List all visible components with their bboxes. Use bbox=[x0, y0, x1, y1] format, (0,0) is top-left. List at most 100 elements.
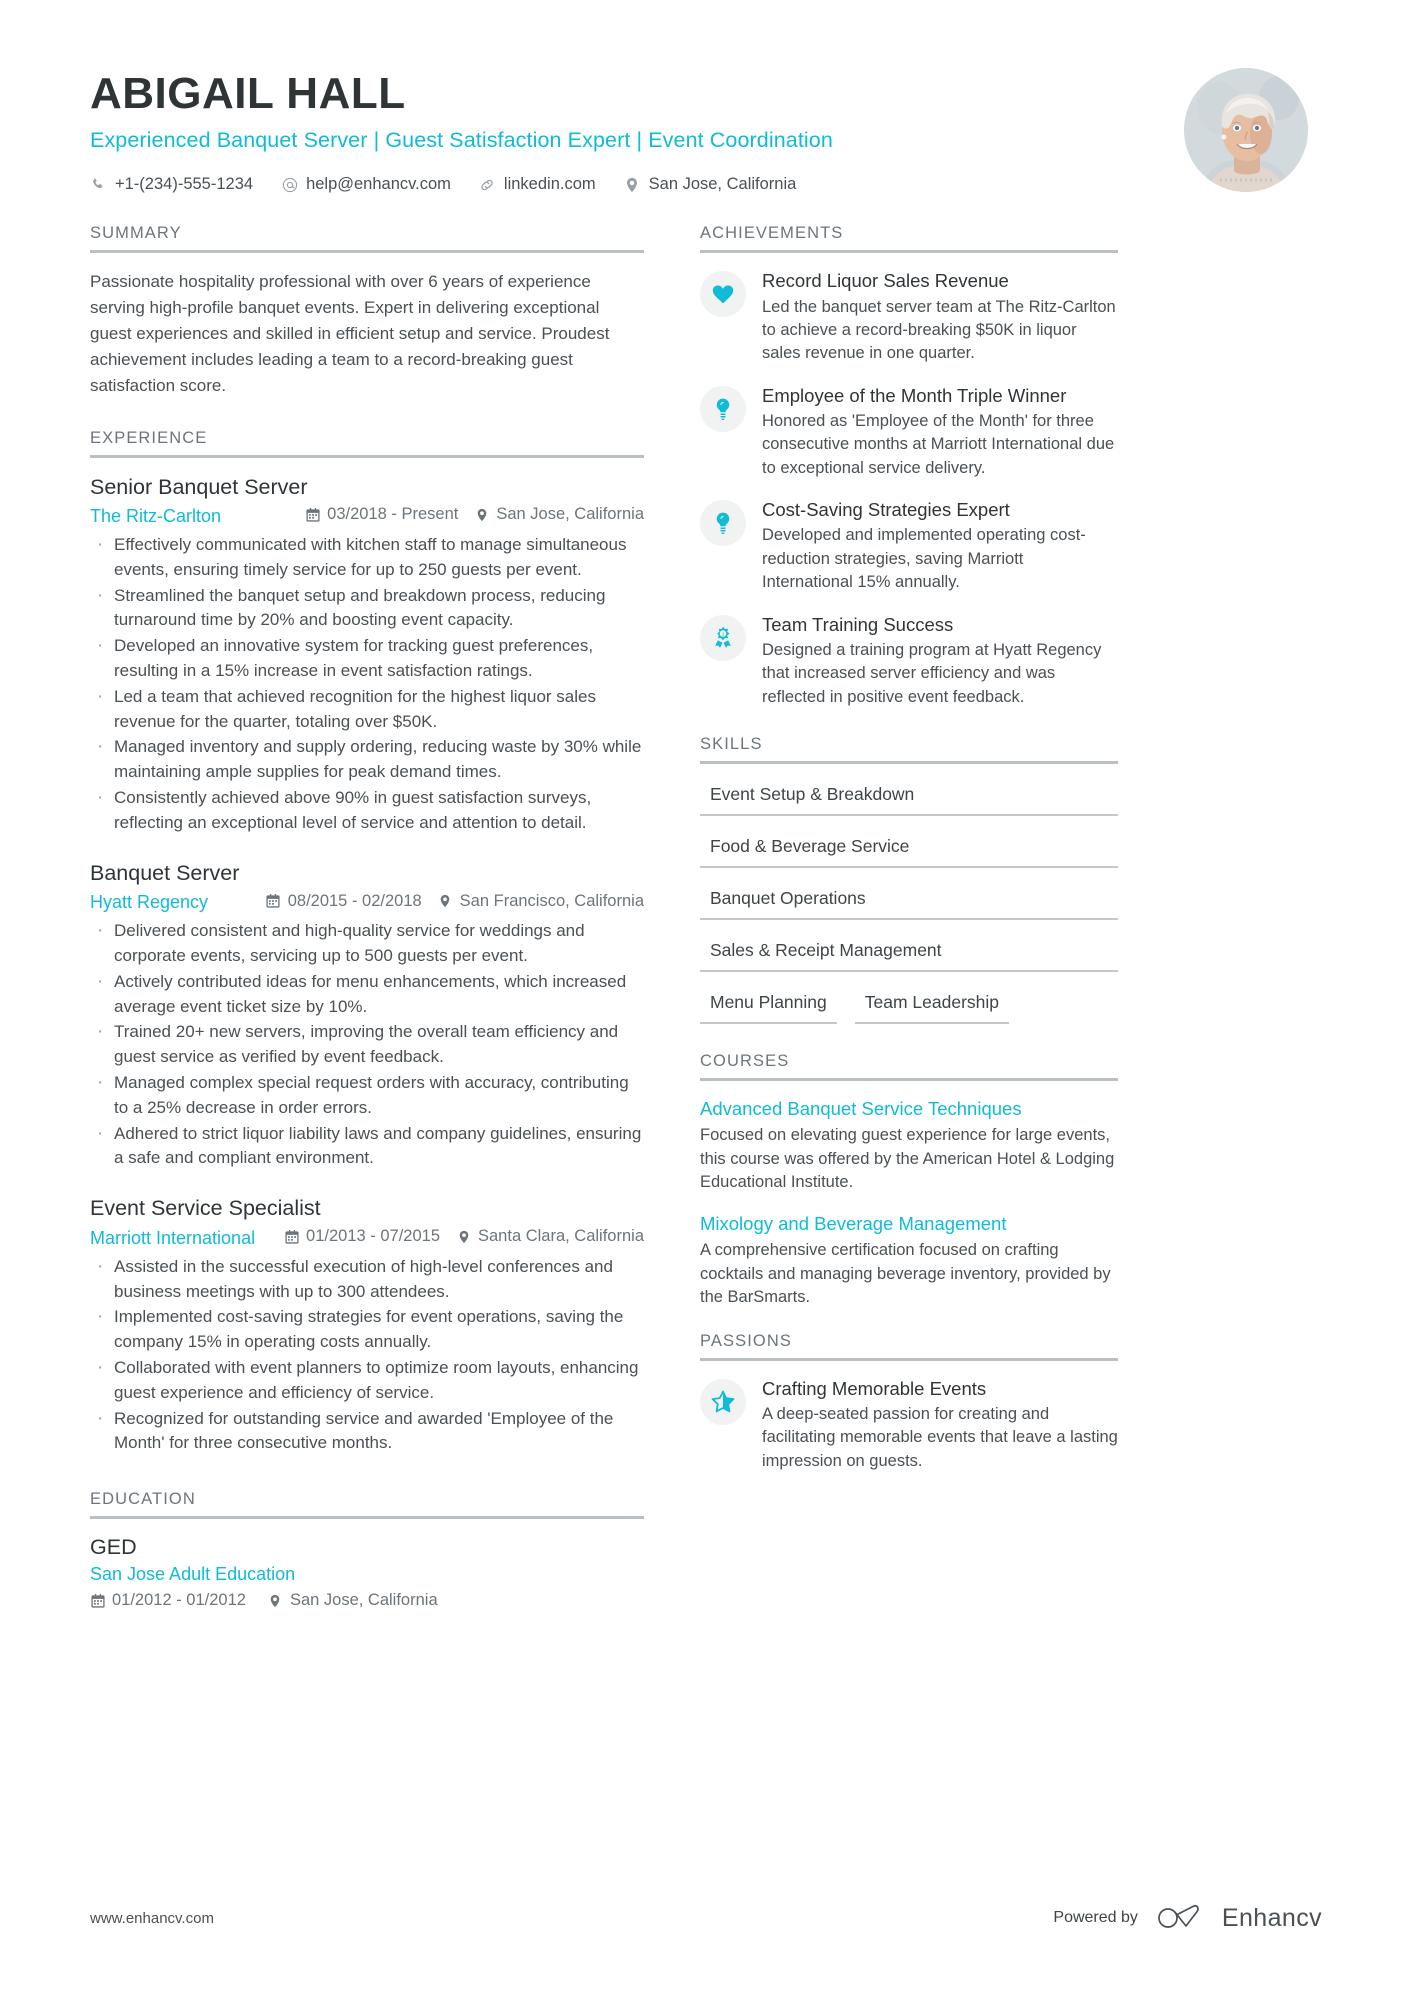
achievement-desc: Led the banquet server team at The Ritz-… bbox=[762, 297, 1116, 363]
header-text-block: ABIGAIL HALL Experienced Banquet Server … bbox=[90, 58, 1184, 194]
job-company[interactable]: The Ritz-Carlton bbox=[90, 506, 221, 527]
section-divider bbox=[700, 760, 1118, 764]
passion-body: Crafting Memorable Events A deep-seated … bbox=[762, 1377, 1118, 1473]
course-item: Mixology and Beverage Management A compr… bbox=[700, 1212, 1118, 1309]
section-title-summary: SUMMARY bbox=[90, 224, 182, 243]
section-title-experience: EXPERIENCE bbox=[90, 428, 208, 447]
job-location-text: San Jose, California bbox=[496, 505, 644, 524]
achievement-desc: Developed and implemented operating cost… bbox=[762, 526, 1086, 592]
skill-chip[interactable]: Food & Beverage Service bbox=[700, 832, 1118, 868]
passion-desc: A deep-seated passion for creating and f… bbox=[762, 1404, 1118, 1470]
location-icon bbox=[438, 894, 453, 909]
course-item: Advanced Banquet Service Techniques Focu… bbox=[700, 1097, 1118, 1194]
phone-icon bbox=[90, 176, 107, 193]
page-footer: www.enhancv.com Powered by Enhancv bbox=[90, 1903, 1322, 1933]
contact-phone-text: +1-(234)-555-1234 bbox=[115, 175, 254, 194]
job-bullets: Assisted in the successful execution of … bbox=[90, 1253, 644, 1457]
job-bullet: Assisted in the successful execution of … bbox=[90, 1253, 644, 1305]
section-achievements: ACHIEVEMENTS Record Liquor Sales Revenue… bbox=[700, 224, 1118, 709]
job-title: Senior Banquet Server bbox=[90, 474, 308, 499]
enhancv-logo: Enhancv bbox=[1156, 1903, 1322, 1933]
avatar bbox=[1184, 68, 1308, 192]
job-meta: The Ritz-Carlton 03/2018 - Present San J… bbox=[90, 505, 644, 527]
contact-email[interactable]: help@enhancv.com bbox=[281, 175, 451, 194]
education-school[interactable]: San Jose Adult Education bbox=[90, 1564, 644, 1585]
job-location: San Jose, California bbox=[474, 505, 644, 524]
calendar-icon bbox=[266, 894, 281, 909]
skill-chip[interactable]: Team Leadership bbox=[854, 988, 1009, 1024]
contact-linkedin-text: linkedin.com bbox=[503, 175, 596, 194]
contact-email-text: help@enhancv.com bbox=[306, 175, 451, 194]
left-column: SUMMARY Passionate hospitality professio… bbox=[90, 224, 678, 1614]
job-bullet: Led a team that achieved recognition for… bbox=[90, 683, 644, 735]
achievement-desc: Honored as 'Employee of the Month' for t… bbox=[762, 411, 1115, 477]
enhancv-wordmark: Enhancv bbox=[1221, 1903, 1322, 1932]
section-title-achievements: ACHIEVEMENTS bbox=[700, 224, 844, 243]
email-icon bbox=[281, 176, 298, 193]
achievement-item: Employee of the Month Triple Winner Hono… bbox=[700, 384, 1118, 480]
job-bullet: Managed complex special request orders w… bbox=[90, 1069, 644, 1121]
job-meta: Hyatt Regency 08/2015 - 02/2018 San Fran… bbox=[90, 892, 644, 914]
job-bullet: Implemented cost-saving strategies for e… bbox=[90, 1303, 644, 1355]
job-bullets: Effectively communicated with kitchen st… bbox=[90, 531, 644, 836]
job-company[interactable]: Hyatt Regency bbox=[90, 892, 208, 913]
section-divider bbox=[90, 454, 644, 458]
job-meta: Marriott International 01/2013 - 07/2015 bbox=[90, 1227, 644, 1249]
skills-list: Event Setup & Breakdown Food & Beverage … bbox=[700, 780, 1118, 1040]
professional-headline: Experienced Banquet Server | Guest Satis… bbox=[90, 127, 833, 152]
job-location: Santa Clara, California bbox=[456, 1227, 644, 1246]
job-dates: 03/2018 - Present bbox=[305, 505, 458, 524]
contact-row: +1-(234)-555-1234 help@enhancv.com linke… bbox=[90, 175, 1184, 194]
job-dates-text: 01/2013 - 07/2015 bbox=[306, 1227, 440, 1246]
resume-body: SUMMARY Passionate hospitality professio… bbox=[90, 224, 1322, 1614]
skill-chip[interactable]: Event Setup & Breakdown bbox=[700, 780, 1118, 816]
skill-chip[interactable]: Sales & Receipt Management bbox=[700, 936, 1118, 972]
section-title-passions: PASSIONS bbox=[700, 1331, 792, 1350]
achievement-body: Cost-Saving Strategies Expert Developed … bbox=[762, 498, 1118, 594]
job-title: Event Service Specialist bbox=[90, 1196, 321, 1221]
skill-chip[interactable]: Banquet Operations bbox=[700, 884, 1118, 920]
course-title[interactable]: Mixology and Beverage Management bbox=[700, 1212, 1118, 1235]
lightbulb-icon bbox=[700, 385, 746, 432]
course-title[interactable]: Advanced Banquet Service Techniques bbox=[700, 1097, 1118, 1120]
job-dates: 08/2015 - 02/2018 bbox=[266, 892, 422, 911]
achievement-desc: Designed a training program at Hyatt Reg… bbox=[762, 640, 1102, 706]
job-bullet: Adhered to strict liquor liability laws … bbox=[90, 1120, 644, 1172]
job-bullet: Actively contributed ideas for menu enha… bbox=[90, 968, 644, 1020]
footer-website[interactable]: www.enhancv.com bbox=[90, 1910, 214, 1927]
job-bullet: Streamlined the banquet setup and breakd… bbox=[90, 582, 644, 634]
section-skills: SKILLS Event Setup & Breakdown Food & Be… bbox=[700, 735, 1118, 1040]
location-icon bbox=[624, 176, 641, 193]
achievement-body: Employee of the Month Triple Winner Hono… bbox=[762, 384, 1118, 480]
link-icon bbox=[479, 176, 496, 193]
calendar-icon bbox=[305, 507, 320, 522]
section-experience: EXPERIENCE Senior Banquet Server The Rit… bbox=[90, 429, 644, 1457]
job-title: Banquet Server bbox=[90, 860, 240, 885]
experience-entry: Banquet Server Hyatt Regency 08/2015 - 0… bbox=[90, 860, 644, 1172]
location-icon bbox=[456, 1229, 471, 1244]
calendar-icon bbox=[284, 1229, 299, 1244]
job-dates-text: 08/2015 - 02/2018 bbox=[287, 891, 422, 910]
achievement-title: Team Training Success bbox=[762, 613, 954, 635]
award-ribbon-icon: 1 bbox=[700, 614, 746, 661]
achievement-title: Record Liquor Sales Revenue bbox=[762, 270, 1009, 292]
job-company[interactable]: Marriott International bbox=[90, 1228, 255, 1249]
enhancv-mark-icon bbox=[1158, 1905, 1199, 1928]
job-location-text: San Francisco, California bbox=[459, 891, 644, 910]
job-location: San Francisco, California bbox=[438, 892, 644, 911]
contact-linkedin[interactable]: linkedin.com bbox=[479, 175, 596, 194]
job-dates-text: 03/2018 - Present bbox=[327, 505, 459, 524]
section-divider bbox=[90, 1516, 644, 1520]
job-location-text: Santa Clara, California bbox=[478, 1227, 644, 1246]
section-education: EDUCATION GED San Jose Adult Education 0… bbox=[90, 1490, 644, 1610]
skill-chip[interactable]: Menu Planning bbox=[700, 988, 837, 1024]
education-meta: 01/2012 - 01/2012 San Jose, California bbox=[90, 1591, 644, 1610]
achievement-body: Team Training Success Designed a trainin… bbox=[762, 613, 1118, 709]
powered-by-label: Powered by bbox=[1053, 1909, 1138, 1926]
education-entry: GED San Jose Adult Education 01/2012 - 0… bbox=[90, 1535, 644, 1610]
contact-phone[interactable]: +1-(234)-555-1234 bbox=[90, 175, 253, 194]
avatar-image bbox=[1184, 68, 1308, 192]
footer-branding: Powered by Enhancv bbox=[1053, 1903, 1322, 1933]
contact-location-text: San Jose, California bbox=[648, 175, 797, 194]
section-divider bbox=[700, 1357, 1118, 1361]
